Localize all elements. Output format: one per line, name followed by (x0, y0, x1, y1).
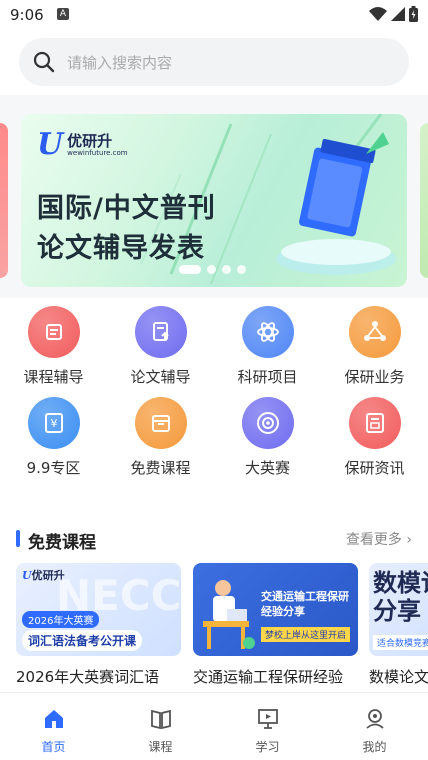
chevron-right-icon: › (406, 532, 412, 548)
banner-pagination (179, 265, 246, 274)
brand-logo-mark: U (37, 127, 64, 162)
pagination-dot[interactable] (237, 265, 246, 274)
feature-item[interactable]: 免费课程 (107, 397, 214, 478)
nav-tab-me[interactable]: 我的 (321, 693, 428, 760)
course-title: 交通运输工程保研经验 (193, 668, 344, 686)
feature-label: 保研资讯 (344, 459, 405, 477)
feature-item[interactable]: 保研资讯 (321, 397, 428, 478)
course-title: 数模论文 (369, 668, 428, 686)
thumb-heading: 词汇语法备考公开课 (22, 630, 143, 651)
news-icon (348, 397, 401, 449)
book-reader-icon (27, 306, 80, 358)
notification-icon: A (57, 8, 69, 20)
signal-icon (391, 7, 405, 21)
atom-icon (241, 306, 294, 358)
course-thumbnail: U优研升 NECCS 2026年大英赛 词汇语法备考公开课 (16, 563, 181, 656)
paper-upload-icon (134, 306, 187, 358)
feature-item[interactable]: 保研业务 (321, 306, 428, 387)
thumb-sub: 梦校上岸从这里开启 (261, 627, 351, 642)
status-bar: 9:06 A (0, 0, 428, 30)
free-courses-header: 免费课程 查看更多 › (16, 528, 412, 553)
course-carousel: U优研升 NECCS 2026年大英赛 词汇语法备考公开课 2026年大英赛词汇… (16, 563, 428, 693)
course-card[interactable]: 交通运输工程保研经验分享 梦校上岸从这里开启 交通运输工程保研经验 (193, 563, 358, 687)
battery-icon (409, 6, 418, 22)
thumb-tag: 2026年大英赛 (22, 611, 100, 628)
search-placeholder: 请输入搜索内容 (67, 53, 173, 72)
thumb-heading: 交通运输工程保研经验分享 (261, 590, 349, 618)
nav-label: 我的 (362, 740, 387, 754)
feature-label: 免费课程 (130, 459, 191, 477)
feature-label: 保研业务 (344, 368, 405, 386)
thumb-heading: 数模论文经验分享 (373, 569, 428, 625)
feature-item[interactable]: 论文辅导 (107, 306, 214, 387)
section-accent-bar (16, 530, 20, 547)
home-icon (42, 707, 66, 735)
status-time: 9:06 (10, 6, 44, 24)
brand-logo-mark: U (22, 569, 32, 582)
nav-tab-courses[interactable]: 课程 (107, 693, 214, 760)
feature-item[interactable]: 课程辅导 (0, 306, 107, 387)
box-icon (134, 397, 187, 449)
thumb-illustration (203, 580, 255, 649)
feature-label: 课程辅导 (23, 368, 84, 386)
banner-headline-1: 国际/中文普刊 (37, 193, 216, 224)
feature-item[interactable]: ¥9.9专区 (0, 397, 107, 478)
course-card[interactable]: U优研升 NECCS 2026年大英赛 词汇语法备考公开课 2026年大英赛词汇… (16, 563, 181, 687)
wifi-icon (369, 7, 387, 21)
section-title: 免费课程 (28, 533, 96, 553)
feature-label: 9.9专区 (26, 459, 81, 477)
banner-logo: U 优研升 wewinfuture.com (37, 130, 128, 160)
thumb-sub: 适合数模竞赛 (373, 635, 428, 650)
nav-tab-home[interactable]: 首页 (0, 693, 107, 760)
bottom-navigation: 首页 课程 学习 我的 (0, 692, 428, 760)
network-icon (348, 306, 401, 358)
see-more-link[interactable]: 查看更多 › (346, 529, 412, 549)
brand-url: wewinfuture.com (67, 149, 128, 157)
nav-label: 课程 (148, 740, 173, 754)
feature-label: 大英赛 (244, 459, 290, 477)
feature-label: 论文辅导 (130, 368, 191, 386)
course-thumbnail: 数模论文经验分享 适合数模竞赛 (369, 563, 428, 656)
see-more-label: 查看更多 (345, 532, 402, 548)
feature-label: 科研项目 (237, 368, 298, 386)
presentation-icon (256, 707, 280, 735)
yuan-tag-icon: ¥ (27, 397, 80, 449)
nav-label: 首页 (41, 740, 66, 754)
nav-label: 学习 (255, 740, 280, 754)
svg-text:¥: ¥ (50, 417, 57, 430)
promo-banner[interactable]: U 优研升 wewinfuture.com 国际/中文普刊 论文辅导发表 (21, 114, 407, 287)
pagination-dot[interactable] (207, 265, 216, 274)
pagination-dot[interactable] (222, 265, 231, 274)
course-thumbnail: 交通运输工程保研经验分享 梦校上岸从这里开启 (193, 563, 358, 656)
brand-name: 优研升 (67, 132, 113, 150)
pagination-dot[interactable] (179, 265, 201, 274)
book-icon (149, 707, 173, 735)
profile-icon (363, 707, 387, 735)
course-card[interactable]: 数模论文经验分享 适合数模竞赛 数模论文 (369, 563, 428, 687)
search-icon (33, 51, 55, 73)
target-icon (241, 397, 294, 449)
banner-prev-peek[interactable] (0, 123, 8, 278)
feature-item[interactable]: 科研项目 (214, 306, 321, 387)
banner-headline-2: 论文辅导发表 (37, 233, 205, 264)
nav-tab-study[interactable]: 学习 (214, 693, 321, 760)
banner-next-peek[interactable] (420, 123, 428, 278)
feature-item[interactable]: 大英赛 (214, 397, 321, 478)
course-title: 2026年大英赛词汇语 (16, 668, 160, 686)
search-input[interactable]: 请输入搜索内容 (19, 38, 409, 86)
